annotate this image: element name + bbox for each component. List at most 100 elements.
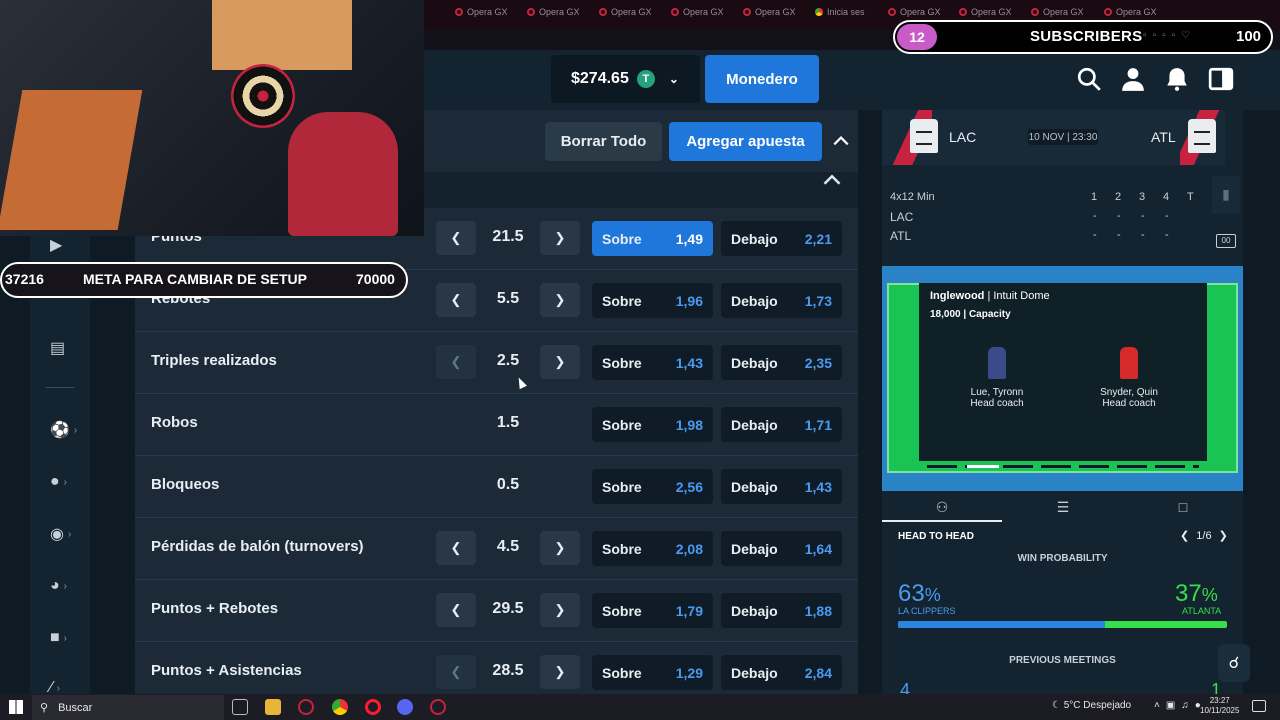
over-odds-button[interactable]: Sobre 2,08 [592,531,713,566]
over-odds-button[interactable]: Sobre 1,49 [592,221,713,256]
increase-line-button[interactable]: ❯ [540,221,580,255]
tab-head-to-head-icon[interactable]: ⚇ [933,499,951,515]
over-odds: 1,98 [675,416,703,433]
under-odds-button[interactable]: Debajo 1,64 [721,531,842,566]
sidebar-toggle-icon[interactable] [1208,66,1234,92]
browser-extension-icons[interactable]: ▫▫▫▫♡ [1143,30,1196,41]
browser-tab[interactable]: Opera GX [599,7,652,17]
away-pct-sign: % [1201,585,1218,605]
decrease-line-button[interactable]: ❮ [436,283,476,317]
tab-standings-icon[interactable]: ☰ [1054,499,1072,515]
browser-tab-label: Opera GX [539,7,580,17]
over-odds-button[interactable]: Sobre 1,43 [592,345,713,380]
over-odds-button[interactable]: Sobre 2,56 [592,469,713,504]
increase-line-button[interactable]: ❯ [540,283,580,317]
browser-tab[interactable]: Opera GX [455,7,508,17]
over-label: Sobre [602,664,642,681]
search-icon[interactable] [1076,66,1102,92]
scoreboard-toggle-icon[interactable]: 00 [1216,234,1236,248]
basketball-icon: ● [50,473,60,490]
live-play-icon[interactable]: ▶ [50,233,74,257]
weather-widget[interactable]: ☾ 5°C Despejado [1052,700,1131,711]
discord-icon[interactable] [397,699,413,715]
sidebar-item-volleyball[interactable]: ◕ › [50,574,74,598]
store-icon[interactable]: ▤ [50,336,74,360]
over-odds-button[interactable]: Sobre 1,96 [592,283,713,318]
file-explorer-icon[interactable] [265,699,281,715]
system-tray-icons[interactable]: ˄▣♫● [1154,700,1207,711]
under-odds: 1,64 [804,540,832,557]
decrease-line-button[interactable]: ❮ [436,531,476,565]
browser-tab[interactable]: Opera GX [743,7,796,17]
taskbar-search[interactable]: ⚲ Buscar [32,695,224,720]
decrease-line-button[interactable]: ❮ [436,221,476,255]
browser-tab[interactable]: Opera GX [1031,7,1084,17]
over-odds-button[interactable]: Sobre 1,29 [592,655,713,690]
browser-tab[interactable]: Opera GX [888,7,941,17]
under-odds-button[interactable]: Debajo 1,73 [721,283,842,318]
decrease-line-button[interactable]: ❮ [436,593,476,627]
chevron-right-icon: › [63,632,68,644]
balance-dropdown[interactable]: $274.65 T ⌄ [551,55,700,103]
over-odds-button[interactable]: Sobre 1,98 [592,407,713,442]
line-value: 1.5 [496,414,520,431]
under-label: Debajo [731,664,778,681]
notification-center-icon[interactable] [1252,700,1266,712]
under-label: Debajo [731,230,778,247]
decrease-line-button[interactable]: ❮ [436,655,476,689]
increase-line-button[interactable]: ❯ [540,531,580,565]
chrome-icon[interactable] [332,699,348,715]
chevron-right-icon: › [63,476,68,488]
increase-line-button[interactable]: ❯ [540,345,580,379]
over-odds-button[interactable]: Sobre 1,79 [592,593,713,628]
browser-tab[interactable]: Opera GX [1104,7,1157,17]
browser-tab[interactable]: Opera GX [959,7,1012,17]
tab-lineups-icon[interactable]: □ [1174,499,1192,515]
opera-icon[interactable] [365,699,381,715]
add-bet-button[interactable]: Agregar apuesta [669,122,822,161]
under-odds-button[interactable]: Debajo 2,21 [721,221,842,256]
chevron-left-icon: ❮ [450,664,462,679]
browser-tab[interactable]: Inicia ses [815,7,865,17]
scoreboard-away: ATL [890,229,912,243]
under-odds-button[interactable]: Debajo 2,84 [721,655,842,690]
sidebar-item-basketball[interactable]: ● › [50,470,74,494]
under-odds-button[interactable]: Debajo 1,43 [721,469,842,504]
chevron-left-icon[interactable]: ❮ [1180,530,1189,542]
venue-name: Inglewood | Intuit Dome [930,290,1050,302]
browser-tab[interactable]: Opera GX [671,7,724,17]
over-label: Sobre [602,230,642,247]
task-view-icon[interactable] [232,699,248,715]
sidebar-item-soccer[interactable]: ⚽ › [50,418,77,442]
sidebar-item-boxing[interactable]: ■ › [50,626,74,650]
increase-line-button[interactable]: ❯ [540,655,580,689]
stats-chart-icon[interactable]: ▮ [1212,176,1240,214]
user-icon[interactable] [1120,66,1146,92]
wallet-button[interactable]: Monedero [705,55,819,103]
search-icon: ⚲ [40,702,49,714]
opera-gx-secondary-icon[interactable] [430,699,446,715]
clear-all-button[interactable]: Borrar Todo [545,122,662,161]
browser-tab[interactable]: Opera GX [527,7,580,17]
market-label: Pérdidas de balón (turnovers) [151,538,364,555]
under-odds-button[interactable]: Debajo 2,35 [721,345,842,380]
under-odds-button[interactable]: Debajo 1,88 [721,593,842,628]
decrease-line-button[interactable]: ❮ [436,345,476,379]
under-odds-button[interactable]: Debajo 1,71 [721,407,842,442]
sidebar-item-tennis[interactable]: ◉ › [50,522,74,546]
windows-start-icon[interactable] [9,700,23,714]
home-coach: Lue, Tyronn Head coach [937,387,1057,409]
opera-gx-icon[interactable] [298,699,314,715]
chevron-up-icon[interactable] [832,132,850,150]
collapse-market-icon[interactable] [822,172,842,188]
support-headset-icon[interactable]: ☌ [1218,644,1250,682]
chevron-left-icon: ❮ [450,354,462,369]
over-label: Sobre [602,478,642,495]
line-value: 28.5 [492,662,524,679]
under-odds: 1,73 [804,292,832,309]
period-score: - [1093,229,1097,241]
notifications-bell-icon[interactable] [1164,66,1190,92]
taskbar-clock[interactable]: 23:27 10/11/2025 [1200,696,1239,716]
increase-line-button[interactable]: ❯ [540,593,580,627]
chevron-right-icon[interactable]: ❯ [1219,530,1228,542]
